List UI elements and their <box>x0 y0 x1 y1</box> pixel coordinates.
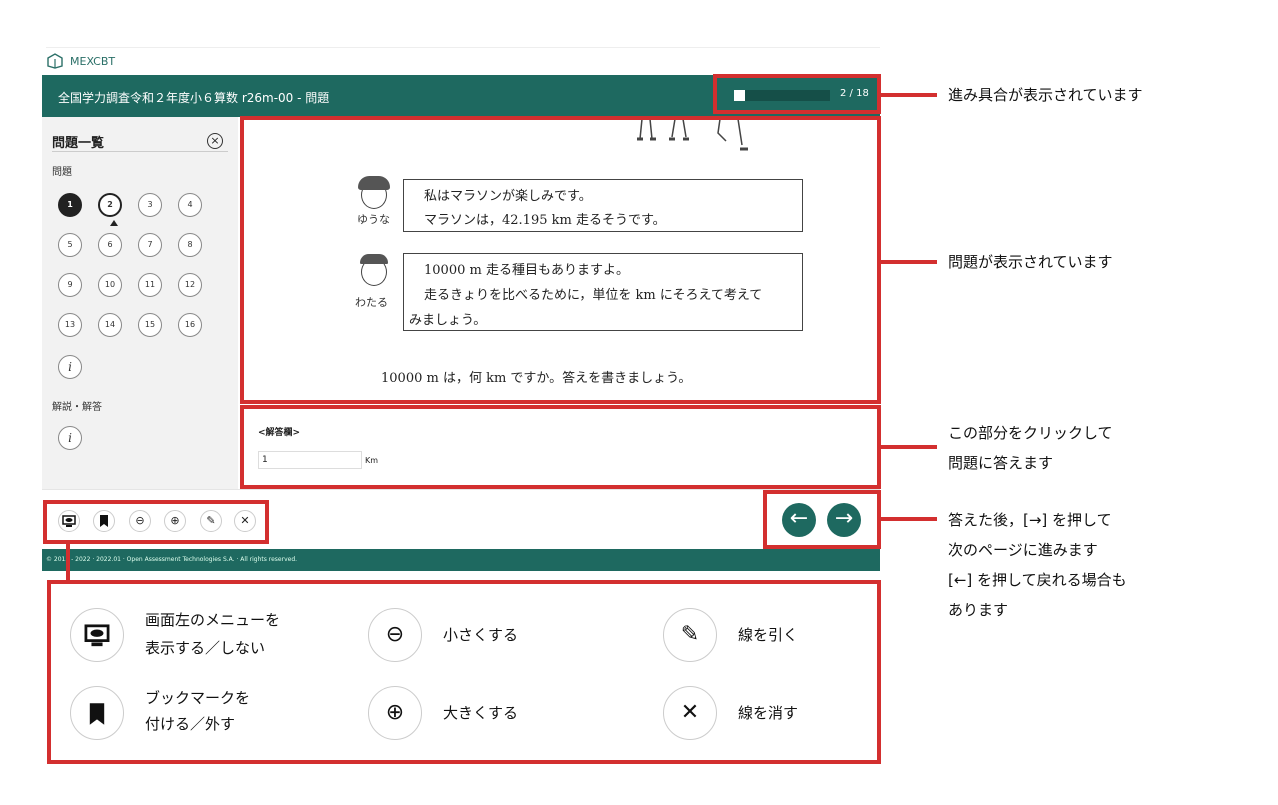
question-button-3[interactable]: 3 <box>138 193 162 217</box>
annotation-answer-line1: この部分をクリックして <box>948 424 1113 442</box>
annotation-nav-line1: 答えた後，[→] を押して <box>948 511 1112 529</box>
info-button[interactable]: i <box>58 355 82 379</box>
questions-section-label: 問題 <box>52 167 72 178</box>
toolbar-highlight-box <box>43 500 269 544</box>
question-button-4[interactable]: 4 <box>178 193 202 217</box>
answer-connector <box>881 445 937 449</box>
legend-bookmark-icon <box>70 686 124 740</box>
explanation-info-button[interactable]: i <box>58 426 82 450</box>
question-button-5[interactable]: 5 <box>58 233 82 257</box>
footer-copyright: © 2013 - 2022 · 2022.01 · Open Assessmen… <box>46 556 298 563</box>
sidebar-title: 問題一覧 <box>52 136 105 151</box>
legend-zoom-out-icon: ⊖ <box>368 608 422 662</box>
question-highlight-box <box>240 116 881 404</box>
annotation-question: 問題が表示されています <box>948 253 1113 271</box>
question-button-14[interactable]: 14 <box>98 313 122 337</box>
question-button-9[interactable]: 9 <box>58 273 82 297</box>
question-button-12[interactable]: 12 <box>178 273 202 297</box>
annotation-nav-line3: [←] を押して戻れる場合も <box>948 571 1127 589</box>
sidebar-divider <box>52 151 228 152</box>
logo: MEXCBT <box>46 50 115 72</box>
question-button-2[interactable]: 2 <box>98 193 122 217</box>
logo-text: MEXCBT <box>70 54 116 68</box>
legend-x-icon: ✕ <box>663 686 717 740</box>
question-button-16[interactable]: 16 <box>178 313 202 337</box>
current-question-pointer-icon <box>110 220 118 226</box>
top-divider <box>46 47 880 48</box>
answer-highlight-box <box>240 405 881 489</box>
legend-eye-monitor-icon <box>70 608 124 662</box>
legend-eye-line1: 画面左のメニューを <box>145 611 281 629</box>
question-button-15[interactable]: 15 <box>138 313 162 337</box>
question-button-11[interactable]: 11 <box>138 273 162 297</box>
nav-connector <box>881 517 937 521</box>
question-button-7[interactable]: 7 <box>138 233 162 257</box>
explanation-section-label: 解説・解答 <box>52 402 102 413</box>
logo-mark-icon <box>47 53 63 69</box>
annotation-answer-line2: 問題に答えます <box>948 454 1054 472</box>
toolbar-connector <box>66 544 70 580</box>
legend-zoom-in-icon: ⊕ <box>368 686 422 740</box>
legend-pen-icon: ✎ <box>663 608 717 662</box>
legend-bookmark-line1: ブックマークを <box>145 689 251 707</box>
question-button-6[interactable]: 6 <box>98 233 122 257</box>
legend-bookmark-line2: 付ける／外す <box>145 715 236 733</box>
question-button-1[interactable]: 1 <box>58 193 82 217</box>
question-button-8[interactable]: 8 <box>178 233 202 257</box>
question-connector <box>881 260 937 264</box>
nav-highlight-box <box>763 490 881 549</box>
question-button-13[interactable]: 13 <box>58 313 82 337</box>
progress-connector <box>881 93 937 97</box>
question-button-10[interactable]: 10 <box>98 273 122 297</box>
legend-erase-line: 線を消す <box>738 704 799 722</box>
progress-highlight-box <box>713 74 881 114</box>
close-icon[interactable]: × <box>207 133 223 149</box>
page-title: 全国学力調査令和２年度小６算数 r26m-00 - 問題 <box>58 91 330 105</box>
legend-zoom-in: 大きくする <box>443 704 519 722</box>
annotation-nav-line4: あります <box>948 601 1009 619</box>
legend-draw-line: 線を引く <box>738 626 799 644</box>
legend-zoom-out: 小さくする <box>443 626 519 644</box>
annotation-nav-line2: 次のページに進みます <box>948 541 1098 559</box>
legend-eye-line2: 表示する／しない <box>145 639 266 657</box>
annotation-progress: 進み具合が表示されています <box>948 86 1143 104</box>
